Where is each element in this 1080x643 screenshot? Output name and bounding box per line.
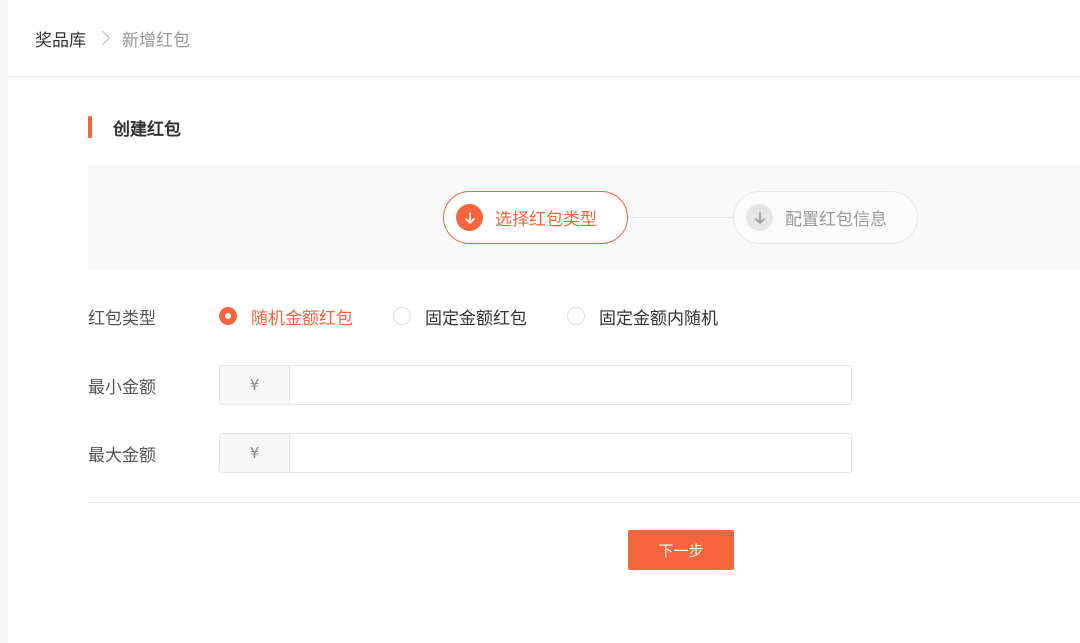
header-divider <box>8 76 1080 77</box>
arrow-down-icon <box>746 204 773 231</box>
min-amount-label: 最小金额 <box>88 377 156 398</box>
steps-panel: 选择红包类型 配置红包信息 <box>88 165 1080 270</box>
min-amount-input[interactable] <box>290 366 851 404</box>
step-select-type[interactable]: 选择红包类型 <box>443 191 628 244</box>
step-config-info[interactable]: 配置红包信息 <box>733 191 918 244</box>
breadcrumb: 奖品库 新增红包 <box>35 24 190 52</box>
radio-fixed-amount[interactable]: 固定金额红包 <box>393 304 527 329</box>
title-accent-bar <box>88 116 92 138</box>
max-amount-row: 最大金额 ¥ <box>88 433 852 473</box>
radio-label: 随机金额红包 <box>251 308 353 329</box>
radio-circle[interactable] <box>567 307 585 325</box>
step-connector <box>628 217 733 218</box>
page: 奖品库 新增红包 创建红包 选择红包类型 配置红包信息 红包类型 随机金额红包 … <box>8 0 1080 643</box>
radio-random-amount[interactable]: 随机金额红包 <box>219 304 353 329</box>
breadcrumb-current: 新增红包 <box>122 30 190 51</box>
step-label: 配置红包信息 <box>785 210 887 230</box>
radio-fixed-random[interactable]: 固定金额内随机 <box>567 304 718 329</box>
section-title: 创建红包 <box>88 114 181 140</box>
max-amount-label: 最大金额 <box>88 445 156 466</box>
breadcrumb-root-link[interactable]: 奖品库 <box>35 26 86 51</box>
max-amount-input[interactable] <box>290 434 851 472</box>
radio-circle[interactable] <box>219 307 237 325</box>
form-divider <box>88 502 1080 503</box>
radio-label: 固定金额红包 <box>425 308 527 329</box>
min-amount-input-group: ¥ <box>219 365 852 405</box>
radio-label: 固定金额内随机 <box>599 308 718 329</box>
max-amount-input-group: ¥ <box>219 433 852 473</box>
step-label: 选择红包类型 <box>495 210 597 230</box>
currency-prefix: ¥ <box>220 366 290 404</box>
section-title-text: 创建红包 <box>113 119 181 140</box>
arrow-down-icon <box>456 204 483 231</box>
min-amount-row: 最小金额 ¥ <box>88 365 852 405</box>
type-row: 红包类型 随机金额红包 固定金额红包 固定金额内随机 <box>88 296 758 336</box>
next-step-button[interactable]: 下一步 <box>628 530 734 570</box>
radio-circle[interactable] <box>393 307 411 325</box>
type-label: 红包类型 <box>88 308 156 329</box>
chevron-right-icon <box>95 30 111 46</box>
currency-prefix: ¥ <box>220 434 290 472</box>
